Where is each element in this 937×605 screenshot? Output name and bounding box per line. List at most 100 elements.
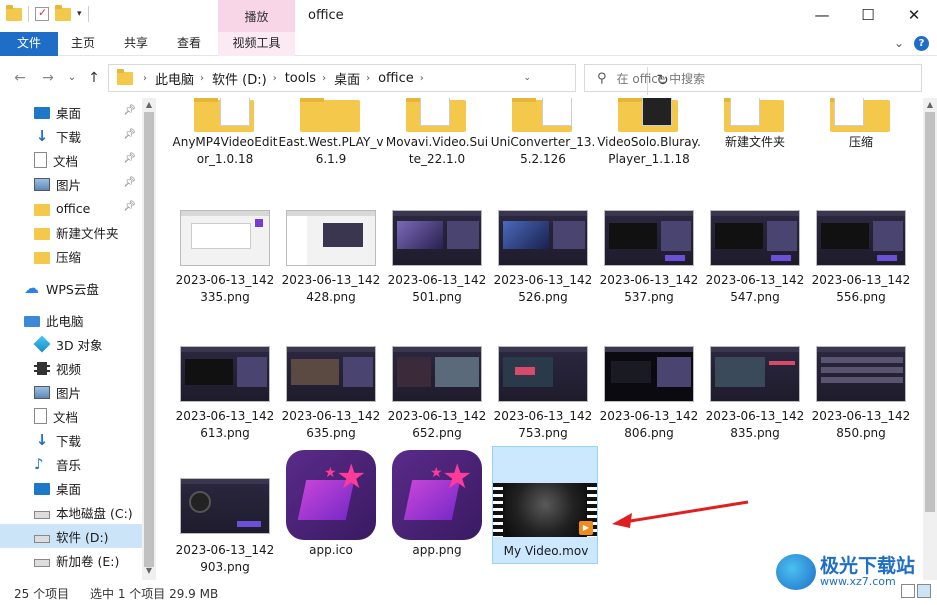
sidebar-item-documents[interactable]: 文档 bbox=[0, 404, 142, 428]
pin-icon: 📌︎ bbox=[123, 153, 136, 164]
image-file-tile[interactable]: 2023-06-13_142526.png bbox=[490, 206, 596, 342]
thumbnail-detail bbox=[503, 221, 549, 249]
recent-locations-button[interactable]: ⌄ bbox=[62, 68, 82, 88]
image-thumbnail bbox=[498, 210, 588, 266]
sidebar-item-pictures[interactable]: 图片 bbox=[0, 380, 142, 404]
watermark: 极光下载站 www.xz7.com bbox=[776, 554, 915, 590]
thumbnail-detail bbox=[605, 211, 693, 216]
breadcrumb-tools[interactable]: tools bbox=[285, 71, 316, 86]
image-file-tile[interactable]: 2023-06-13_142537.png bbox=[596, 206, 702, 342]
sidebar-item-music[interactable]: ♪ 音乐 bbox=[0, 452, 142, 476]
image-file-tile[interactable]: 2023-06-13_142547.png bbox=[702, 206, 808, 342]
forward-button[interactable]: → bbox=[38, 68, 58, 88]
title-bar: ✓ ▾ 播放 office — ☐ ✕ bbox=[0, 0, 937, 32]
sidebar-item-3d-objects[interactable]: 3D 对象 bbox=[0, 332, 142, 356]
video-file-tile-selected[interactable]: ▶ My Video.mov bbox=[492, 446, 598, 564]
image-thumbnail bbox=[710, 210, 800, 266]
breadcrumb-drive-d[interactable]: 软件 (D:) bbox=[212, 69, 267, 88]
ribbon-controls: ⌄ ? bbox=[894, 36, 929, 51]
close-button[interactable]: ✕ bbox=[891, 0, 937, 32]
address-dropdown-icon[interactable]: ⌄ bbox=[523, 73, 531, 83]
image-thumbnail bbox=[392, 346, 482, 402]
download-icon: ↓ bbox=[35, 431, 49, 449]
image-thumbnail bbox=[604, 346, 694, 402]
pin-icon: 📌︎ bbox=[123, 201, 136, 212]
sidebar-item-pictures-pinned[interactable]: 图片 📌︎ bbox=[0, 172, 142, 196]
sidebar-item-drive-c[interactable]: 本地磁盘 (C:) bbox=[0, 500, 142, 524]
thumbnail-detail bbox=[609, 223, 657, 249]
expand-ribbon-icon[interactable]: ⌄ bbox=[894, 36, 904, 51]
scroll-up-icon[interactable]: ▲ bbox=[142, 100, 156, 109]
scroll-down-icon[interactable]: ▼ bbox=[142, 566, 156, 575]
thumbnail-detail bbox=[877, 255, 897, 261]
cloud-icon: ☁ bbox=[24, 279, 39, 297]
sidebar-item-compress[interactable]: 压缩 bbox=[0, 244, 142, 268]
search-box[interactable]: ⚲ 在 office 中搜索 bbox=[584, 64, 922, 92]
back-button[interactable]: ← bbox=[10, 68, 30, 88]
file-name: 2023-06-13_142556.png bbox=[811, 273, 911, 304]
minimize-button[interactable]: — bbox=[799, 0, 845, 32]
tab-home[interactable]: 主页 bbox=[58, 32, 108, 56]
sidebar-item-drive-e[interactable]: 新加卷 (E:) bbox=[0, 548, 142, 572]
image-file-tile[interactable]: 2023-06-13_142806.png bbox=[596, 342, 702, 478]
quick-access-toolbar: ✓ ▾ bbox=[6, 4, 89, 22]
sidebar-item-label: 3D 对象 bbox=[56, 337, 103, 353]
breadcrumb-desktop[interactable]: 桌面 bbox=[334, 69, 360, 88]
image-file-tile[interactable]: 2023-06-13_142501.png bbox=[384, 206, 490, 342]
thumbnail-detail bbox=[821, 223, 869, 249]
image-file-tile[interactable]: 2023-06-13_142428.png bbox=[278, 206, 384, 342]
tab-file[interactable]: 文件 bbox=[0, 32, 58, 56]
sidebar-item-office[interactable]: office 📌︎ bbox=[0, 196, 142, 220]
folder-icon bbox=[34, 203, 50, 216]
image-file-tile[interactable]: 2023-06-13_142850.png bbox=[808, 342, 914, 478]
image-file-tile[interactable]: 2023-06-13_142835.png bbox=[702, 342, 808, 478]
image-file-tile[interactable]: 2023-06-13_142556.png bbox=[808, 206, 914, 342]
image-file-tile[interactable]: ★ ★ app.png bbox=[384, 448, 490, 580]
thumbnail-detail bbox=[611, 361, 651, 383]
sidebar-item-desktop[interactable]: 桌面 bbox=[0, 476, 142, 500]
sidebar-item-documents-pinned[interactable]: 文档 📌︎ bbox=[0, 148, 142, 172]
new-folder-icon[interactable] bbox=[55, 4, 71, 21]
search-icon: ⚲ bbox=[597, 70, 607, 86]
sidebar-item-desktop-pinned[interactable]: 桌面 📌︎ bbox=[0, 100, 142, 124]
sidebar-item-this-pc[interactable]: 此电脑 bbox=[0, 308, 142, 332]
file-name: 压缩 bbox=[848, 135, 873, 149]
address-bar[interactable]: › 此电脑 › 软件 (D:) › tools › 桌面 › office › … bbox=[108, 64, 669, 95]
image-thumbnail bbox=[604, 210, 694, 266]
star-icon: ★ bbox=[324, 465, 337, 481]
help-icon[interactable]: ? bbox=[914, 36, 929, 51]
search-placeholder[interactable]: 在 office 中搜索 bbox=[617, 70, 706, 87]
icon-file-tile[interactable]: ★ ★ app.ico bbox=[278, 448, 384, 580]
sidebar-item-new-folder[interactable]: 新建文件夹 bbox=[0, 220, 142, 244]
customize-qat-icon[interactable]: ▾ bbox=[77, 9, 82, 19]
sidebar-item-downloads[interactable]: ↓ 下载 bbox=[0, 428, 142, 452]
content-scrollbar-thumb[interactable] bbox=[925, 112, 935, 512]
tab-share[interactable]: 共享 bbox=[110, 32, 162, 56]
file-name: 2023-06-13_142526.png bbox=[493, 273, 593, 304]
thumbnail-detail bbox=[447, 221, 479, 249]
sidebar-item-wps-cloud[interactable]: ☁ WPS云盘 bbox=[0, 276, 142, 300]
properties-icon[interactable]: ✓ bbox=[35, 6, 49, 21]
up-button[interactable]: ↑ bbox=[84, 68, 104, 88]
image-file-tile[interactable]: 2023-06-13_142335.png bbox=[172, 206, 278, 342]
scroll-up-icon[interactable]: ▲ bbox=[923, 100, 937, 109]
breadcrumb-this-pc[interactable]: 此电脑 bbox=[155, 69, 194, 88]
tab-view[interactable]: 查看 bbox=[164, 32, 214, 56]
image-thumbnail bbox=[710, 346, 800, 402]
sidebar-item-drive-d[interactable]: 软件 (D:) bbox=[0, 524, 142, 548]
breadcrumb-office[interactable]: office bbox=[378, 71, 414, 86]
sidebar-item-label: 文档 bbox=[53, 153, 79, 169]
thumbnail-detail bbox=[661, 221, 691, 251]
image-file-tile[interactable]: 2023-06-13_142903.png bbox=[172, 448, 278, 580]
sidebar-scrollbar-thumb[interactable] bbox=[144, 112, 154, 567]
folder-icon bbox=[724, 98, 784, 132]
sidebar-item-label: 新加卷 (E:) bbox=[56, 553, 120, 569]
thumbnail-detail bbox=[181, 211, 269, 216]
sidebar-item-label: 下载 bbox=[56, 129, 82, 145]
sidebar-item-videos[interactable]: 视频 bbox=[0, 356, 142, 380]
maximize-button[interactable]: ☐ bbox=[845, 0, 891, 32]
tab-video-tools[interactable]: 视频工具 bbox=[218, 32, 295, 56]
sidebar-item-downloads-pinned[interactable]: ↓ 下载 📌︎ bbox=[0, 124, 142, 148]
music-icon: ♪ bbox=[34, 455, 44, 473]
large-icons-view-icon[interactable] bbox=[917, 584, 931, 598]
